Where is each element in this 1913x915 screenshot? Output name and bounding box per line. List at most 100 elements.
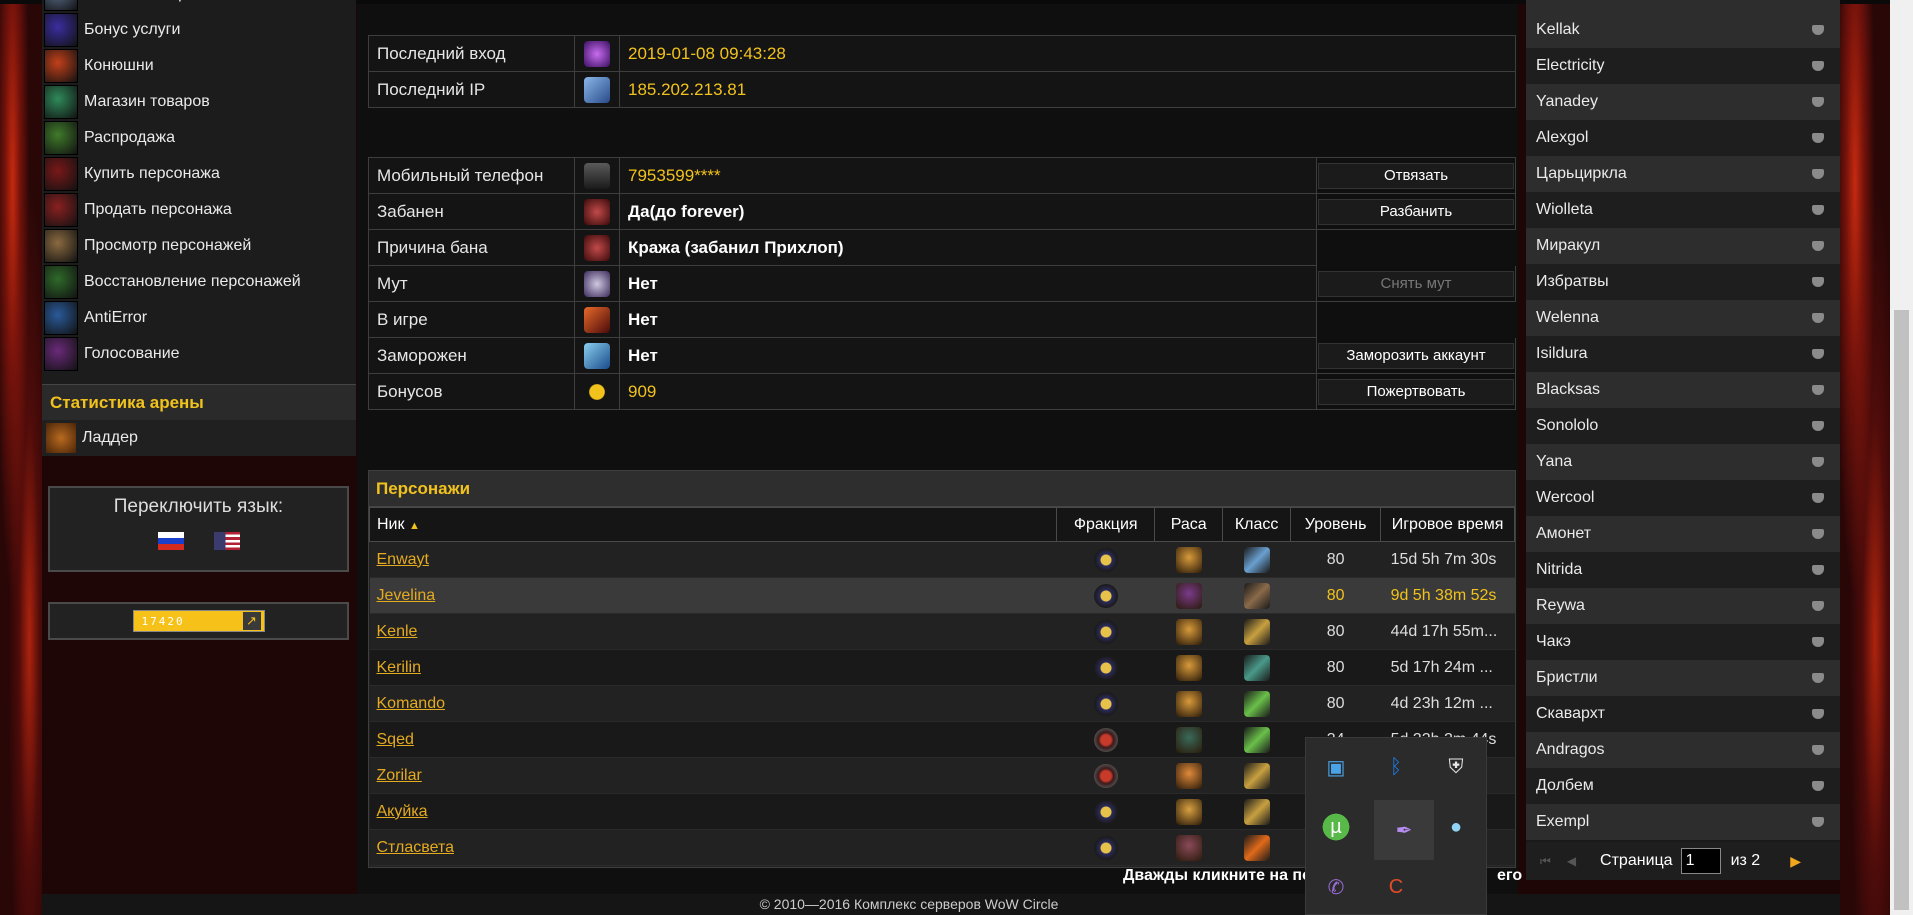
column-header-name[interactable]: Ник ▲	[368, 507, 1058, 542]
nav-item-0[interactable]: Изменить пароль	[42, 0, 356, 12]
friend-list-item[interactable]: Blacksas	[1526, 372, 1840, 408]
class-icon	[1243, 726, 1270, 753]
next-page-icon[interactable]: ▶	[1790, 853, 1801, 870]
table-row[interactable]: Kerilin 80 5d 17h 24m ...	[369, 649, 1515, 686]
shield-icon	[1812, 313, 1824, 323]
friend-list-item[interactable]: Избратвы	[1526, 264, 1840, 300]
page-scrollbar[interactable]	[1890, 0, 1913, 915]
nav-item-label: Восстановление персонажей	[84, 273, 301, 290]
friend-list-item[interactable]: Alexgol	[1526, 120, 1840, 156]
race-cell	[1154, 649, 1223, 686]
ccleaner-icon[interactable]: C	[1379, 870, 1413, 904]
shield-icon	[1812, 421, 1824, 431]
field-icon-cell	[574, 157, 620, 194]
table-row[interactable]: Komando 80 4d 23h 12m ...	[369, 685, 1515, 722]
nav-item-7[interactable]: Просмотр персонажей	[42, 228, 356, 264]
action-button[interactable]: Заморозить аккаунт	[1318, 342, 1514, 369]
friend-list-item[interactable]: Nitrida	[1526, 552, 1840, 588]
friend-list-item[interactable]: Yanadey	[1526, 84, 1840, 120]
nav-item-ladder[interactable]: Ладдер	[42, 420, 356, 456]
action-button[interactable]: Пожертвовать	[1318, 378, 1514, 405]
table-row[interactable]: Kenle 80 44d 17h 55m...	[369, 613, 1515, 650]
faction-cell	[1056, 541, 1155, 578]
friend-list-item[interactable]: Welenna	[1526, 300, 1840, 336]
russian-flag-icon[interactable]	[157, 532, 184, 550]
background-left	[0, 0, 42, 915]
nav-item-4[interactable]: Распродажа	[42, 120, 356, 156]
class-cell	[1222, 613, 1291, 650]
table-row[interactable]: Enwayt 80 15d 5h 7m 30s	[369, 541, 1515, 578]
friend-list-item[interactable]: Kellak	[1526, 12, 1840, 48]
character-link[interactable]: Акуйка	[377, 803, 428, 820]
column-header-race[interactable]: Раса	[1154, 507, 1224, 542]
friend-list-item[interactable]: Долбем	[1526, 768, 1840, 804]
network-monitor-icon[interactable]: ▣	[1319, 750, 1353, 784]
first-page-icon[interactable]: ⏮	[1540, 854, 1551, 869]
friend-list-item[interactable]: Sonololo	[1526, 408, 1840, 444]
table-row[interactable]: Jevelina 80 9d 5h 38m 52s	[369, 577, 1515, 614]
field-icon-cell	[574, 193, 620, 230]
page-number-input[interactable]	[1680, 848, 1721, 874]
friend-list-item[interactable]: Andragos	[1526, 732, 1840, 768]
character-link[interactable]: Sqed	[377, 731, 414, 748]
viber-icon[interactable]: ✆	[1319, 870, 1353, 904]
nav-item-label: Просмотр персонажей	[84, 237, 252, 254]
friend-list-item[interactable]: Wercool	[1526, 480, 1840, 516]
nav-item-2[interactable]: Конюшни	[42, 48, 356, 84]
us-flag-icon[interactable]	[213, 532, 240, 550]
friend-list-item[interactable]: Бристли	[1526, 660, 1840, 696]
column-header-time[interactable]: Игровое время	[1380, 507, 1515, 542]
friend-list-item[interactable]: Electricity	[1526, 48, 1840, 84]
nav-item-9[interactable]: AntiError	[42, 300, 356, 336]
column-header-faction[interactable]: Фракция	[1056, 507, 1156, 542]
character-link[interactable]: Zorilar	[377, 767, 422, 784]
feather-app-icon[interactable]: ✒	[1374, 800, 1434, 860]
character-link[interactable]: Kenle	[377, 623, 418, 640]
friend-name: Nitrida	[1536, 561, 1583, 578]
friend-list-item[interactable]: Exempl	[1526, 804, 1840, 840]
faction-cell	[1056, 685, 1155, 722]
nav-item-1[interactable]: Бонус услуги	[42, 12, 356, 48]
previous-page-icon[interactable]: ◀	[1567, 854, 1576, 868]
friend-list-item[interactable]: Скавархт	[1526, 696, 1840, 732]
security-shield-icon[interactable]: ⛨	[1439, 750, 1473, 784]
column-header-class[interactable]: Класс	[1222, 507, 1292, 542]
nav-item-8[interactable]: Восстановление персонажей	[42, 264, 356, 300]
character-link[interactable]: Стласвета	[377, 839, 455, 856]
class-cell	[1222, 793, 1291, 830]
nav-item-10[interactable]: Голосование	[42, 336, 356, 372]
friend-list-item[interactable]: Царьциркла	[1526, 156, 1840, 192]
nav-item-3[interactable]: Магазин товаров	[42, 84, 356, 120]
friend-name: Exempl	[1536, 813, 1590, 830]
empty-action-cell	[1316, 301, 1516, 338]
friend-name: Wercool	[1536, 489, 1595, 506]
friend-list-item[interactable]: Амонет	[1526, 516, 1840, 552]
character-link[interactable]: Kerilin	[377, 659, 421, 676]
friend-list-item[interactable]: Isildura	[1526, 336, 1840, 372]
column-header-level[interactable]: Уровень	[1290, 507, 1382, 542]
action-button[interactable]: Разбанить	[1318, 198, 1514, 225]
character-link[interactable]: Komando	[377, 695, 446, 712]
friend-list-item[interactable]: Yana	[1526, 444, 1840, 480]
character-link[interactable]: Jevelina	[377, 587, 436, 604]
nav-item-6[interactable]: Продать персонажа	[42, 192, 356, 228]
utorrent-icon[interactable]: µ	[1319, 810, 1353, 844]
friend-name: Sonololo	[1536, 417, 1599, 434]
field-label: Забанен	[368, 193, 575, 230]
scrollbar-thumb[interactable]	[1894, 310, 1909, 910]
sale-icon	[44, 121, 78, 155]
action-cell: Заморозить аккаунт	[1316, 337, 1516, 374]
action-button[interactable]: Снять мут	[1318, 270, 1514, 297]
character-link[interactable]: Enwayt	[377, 551, 429, 568]
action-button[interactable]: Отвязать	[1318, 162, 1514, 189]
nav-item-5[interactable]: Купить персонажа	[42, 156, 356, 192]
visit-counter[interactable]: 17420 ↗	[132, 610, 265, 632]
speech-bubble-app-icon[interactable]: ●	[1439, 810, 1473, 844]
friend-name: Welenna	[1536, 309, 1599, 326]
friend-list-item[interactable]: Миракул	[1526, 228, 1840, 264]
friend-list-item[interactable]: Wiolleta	[1526, 192, 1840, 228]
bluetooth-icon[interactable]: ᛒ	[1379, 750, 1413, 784]
friend-list-item[interactable]: Reywa	[1526, 588, 1840, 624]
nav-item-label: AntiError	[84, 309, 148, 326]
friend-list-item[interactable]: Чакэ	[1526, 624, 1840, 660]
